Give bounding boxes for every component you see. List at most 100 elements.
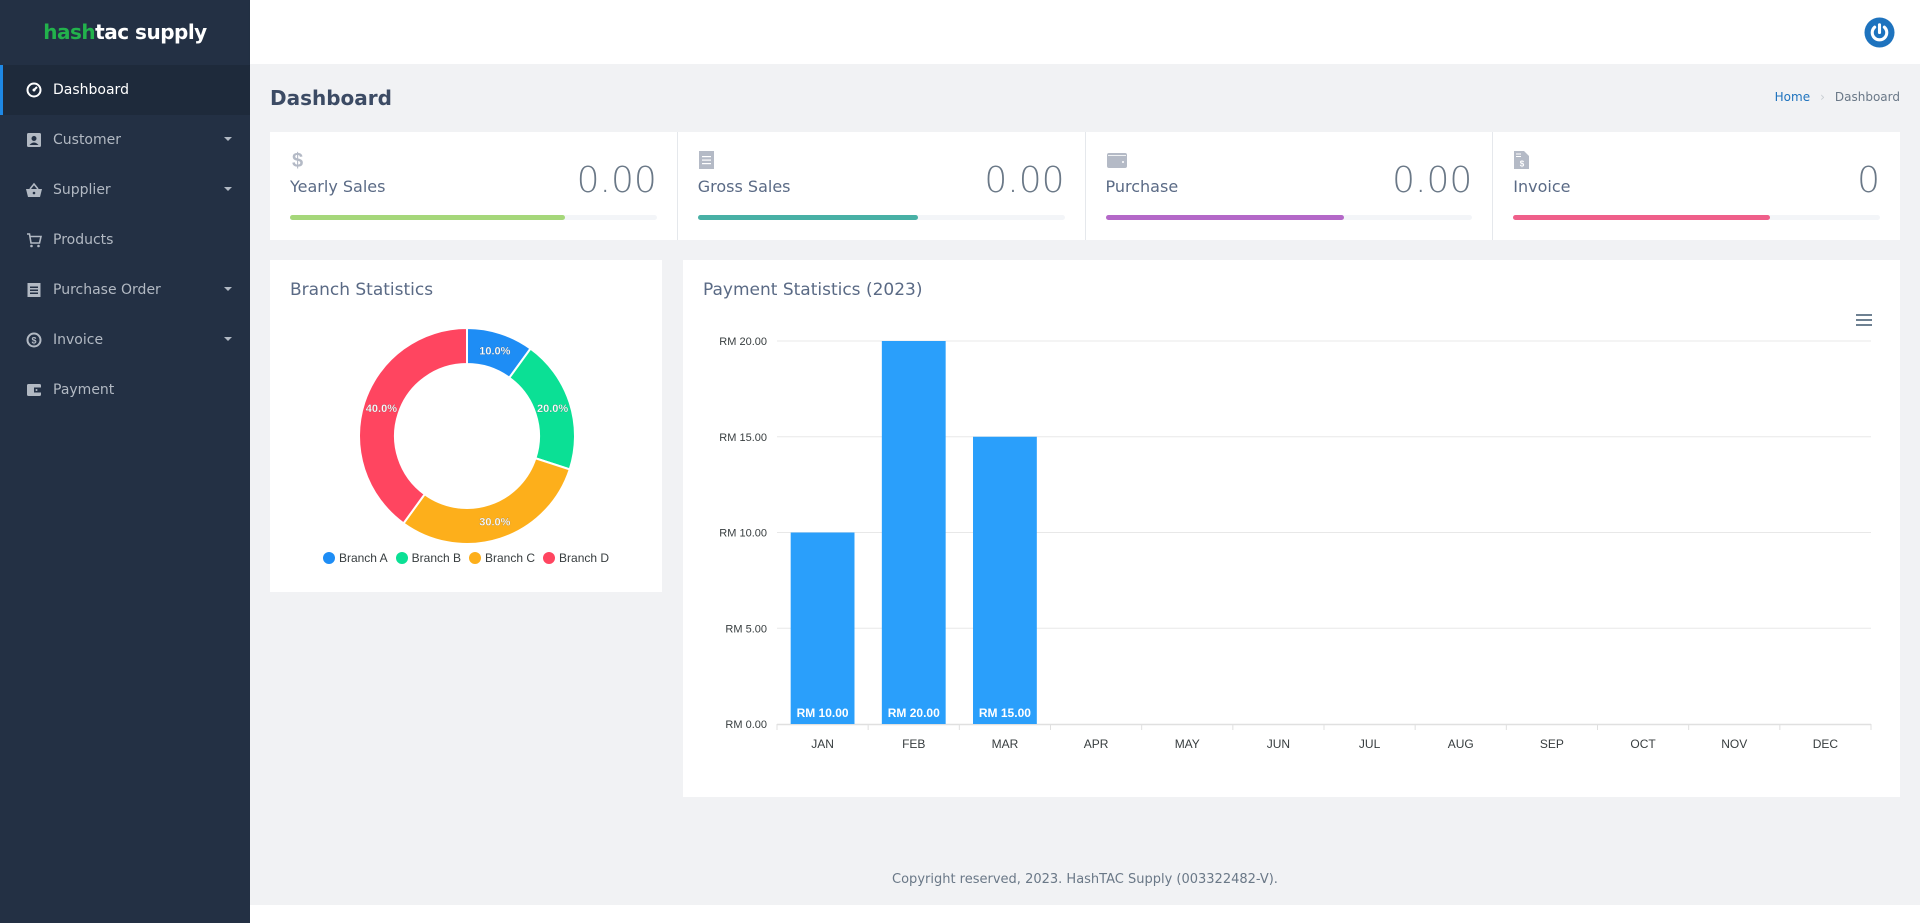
stat-progress-track [290, 215, 657, 220]
legend-item-branch-d[interactable]: Branch D [543, 551, 609, 565]
legend-label: Branch D [559, 551, 610, 565]
dollar-circle-icon: $ [26, 332, 42, 348]
invoice-icon: $ [1514, 151, 1530, 169]
stat-value: 0.00 [1392, 160, 1473, 201]
stat-progress-fill [697, 215, 918, 220]
sidebar-item-invoice[interactable]: $ Invoice [0, 315, 250, 365]
chevron-down-icon [224, 137, 232, 141]
stat-label: Purchase [1105, 177, 1179, 196]
svg-text:$: $ [31, 336, 36, 346]
x-tick-label: MAR [992, 737, 1019, 751]
donut-data-label: 30.0% [479, 517, 510, 529]
chevron-down-icon [224, 187, 232, 191]
power-icon [1864, 17, 1895, 48]
chart-legend: Branch A Branch B Branch C Branch D [270, 551, 662, 565]
stat-progress-track [697, 215, 1065, 220]
sidebar-item-customer[interactable]: Customer [0, 115, 250, 165]
bar-feb[interactable] [881, 341, 946, 724]
stat-label: Yearly Sales [290, 177, 386, 196]
x-tick-label: JUL [1359, 737, 1381, 751]
stat-progress-track [1105, 215, 1473, 220]
stats-row: $ Yearly Sales 0.00 Gross Sales 0.00 Pur… [270, 132, 1900, 240]
stat-progress-fill [1513, 215, 1770, 220]
donut-data-label: 10.0% [479, 345, 510, 357]
basket-icon [26, 182, 42, 198]
stat-label: Gross Sales [697, 177, 791, 196]
sidebar-item-purchase-order[interactable]: Purchase Order [0, 265, 250, 315]
y-tick-label: RM 0.00 [725, 719, 767, 731]
stat-value: 0 [1857, 160, 1880, 201]
wallet-icon [1106, 153, 1127, 168]
branch-statistics-card: Branch Statistics 10.0% 20.0% 30.0% 40.0% B… [270, 260, 662, 592]
brand-logo-part2: tac supply [95, 20, 207, 44]
legend-item-branch-c[interactable]: Branch C [469, 551, 535, 565]
x-tick-label: JAN [811, 737, 834, 751]
breadcrumb-separator-icon: › [1820, 90, 1825, 104]
y-tick-label: RM 20.00 [719, 336, 767, 348]
stat-value: 0.00 [576, 160, 657, 201]
main-content: Dashboard Home › Dashboard $ Yearly Sale… [250, 64, 1920, 905]
legend-marker-icon [395, 552, 408, 564]
sidebar-item-label: Products [53, 232, 114, 248]
chevron-down-icon [224, 337, 232, 341]
sidebar-item-products[interactable]: Products [0, 215, 250, 265]
y-tick-label: RM 5.00 [725, 623, 767, 635]
sidebar-item-payment[interactable]: Payment [0, 365, 250, 415]
stat-progress-fill [1105, 215, 1344, 220]
legend-label: Branch B [411, 551, 461, 565]
x-tick-label: NOV [1721, 737, 1747, 751]
wallet-icon [26, 382, 42, 398]
legend-item-branch-b[interactable]: Branch B [395, 551, 461, 565]
x-tick-label: APR [1084, 737, 1109, 751]
contact-card-icon [26, 132, 42, 148]
breadcrumb-home-link[interactable]: Home [1775, 90, 1810, 104]
donut-slice-branch-d[interactable] [358, 326, 468, 525]
chevron-down-icon [224, 287, 232, 291]
x-tick-label: FEB [902, 737, 925, 751]
y-tick-label: RM 15.00 [719, 432, 767, 444]
legend-item-branch-a[interactable]: Branch A [322, 551, 388, 565]
sidebar-item-label: Purchase Order [53, 282, 161, 298]
svg-text:$: $ [292, 150, 303, 170]
donut-data-label: 20.0% [537, 403, 568, 415]
receipt-icon [26, 282, 42, 298]
donut-slice-branch-c[interactable] [402, 456, 571, 545]
sidebar-item-label: Invoice [53, 332, 104, 348]
stat-card-yearly-sales: $ Yearly Sales 0.00 [270, 132, 678, 240]
sidebar-item-supplier[interactable]: Supplier [0, 165, 250, 215]
donut-chart: 10.0% 20.0% 30.0% 40.0% [358, 326, 576, 545]
dollar-icon: $ [292, 150, 303, 170]
sidebar-item-label: Dashboard [53, 82, 129, 98]
logout-button[interactable] [1864, 17, 1895, 48]
sidebar: hash tac supply Dashboard Customer Suppli… [0, 0, 250, 923]
bar-jan[interactable] [790, 532, 855, 725]
sidebar-menu: Dashboard Customer Supplier Products Pur… [0, 65, 250, 415]
bar-data-label: RM 15.00 [979, 706, 1031, 720]
cart-icon [26, 232, 42, 248]
legend-marker-icon [469, 552, 481, 564]
x-tick-label: DEC [1813, 737, 1839, 751]
x-tick-label: JUN [1267, 737, 1290, 751]
brand-logo[interactable]: hash tac supply [0, 0, 250, 64]
breadcrumb-current: Dashboard [1834, 90, 1900, 104]
sidebar-item-label: Supplier [53, 182, 111, 198]
x-tick-label: OCT [1630, 737, 1656, 751]
x-tick-label: MAY [1175, 737, 1200, 751]
stat-value: 0.00 [984, 160, 1065, 201]
brand-logo-part1: hash [43, 20, 96, 44]
dashboard-icon [26, 82, 42, 98]
bar-mar[interactable] [973, 436, 1037, 724]
breadcrumb: Home › Dashboard [1775, 90, 1900, 104]
sidebar-item-label: Customer [53, 132, 122, 148]
x-tick-label: SEP [1540, 737, 1564, 751]
bar-data-label: RM 20.00 [888, 706, 940, 720]
legend-label: Branch A [338, 551, 388, 565]
legend-label: Branch C [485, 551, 536, 565]
sidebar-item-dashboard[interactable]: Dashboard [0, 65, 250, 115]
stat-card-purchase: Purchase 0.00 [1085, 132, 1494, 240]
legend-marker-icon [322, 552, 335, 564]
sidebar-item-label: Payment [53, 382, 115, 398]
footer-copyright: Copyright reserved, 2023. HashTAC Supply… [892, 872, 1278, 887]
x-tick-label: AUG [1448, 737, 1474, 751]
stat-card-gross-sales: Gross Sales 0.00 [677, 132, 1086, 240]
